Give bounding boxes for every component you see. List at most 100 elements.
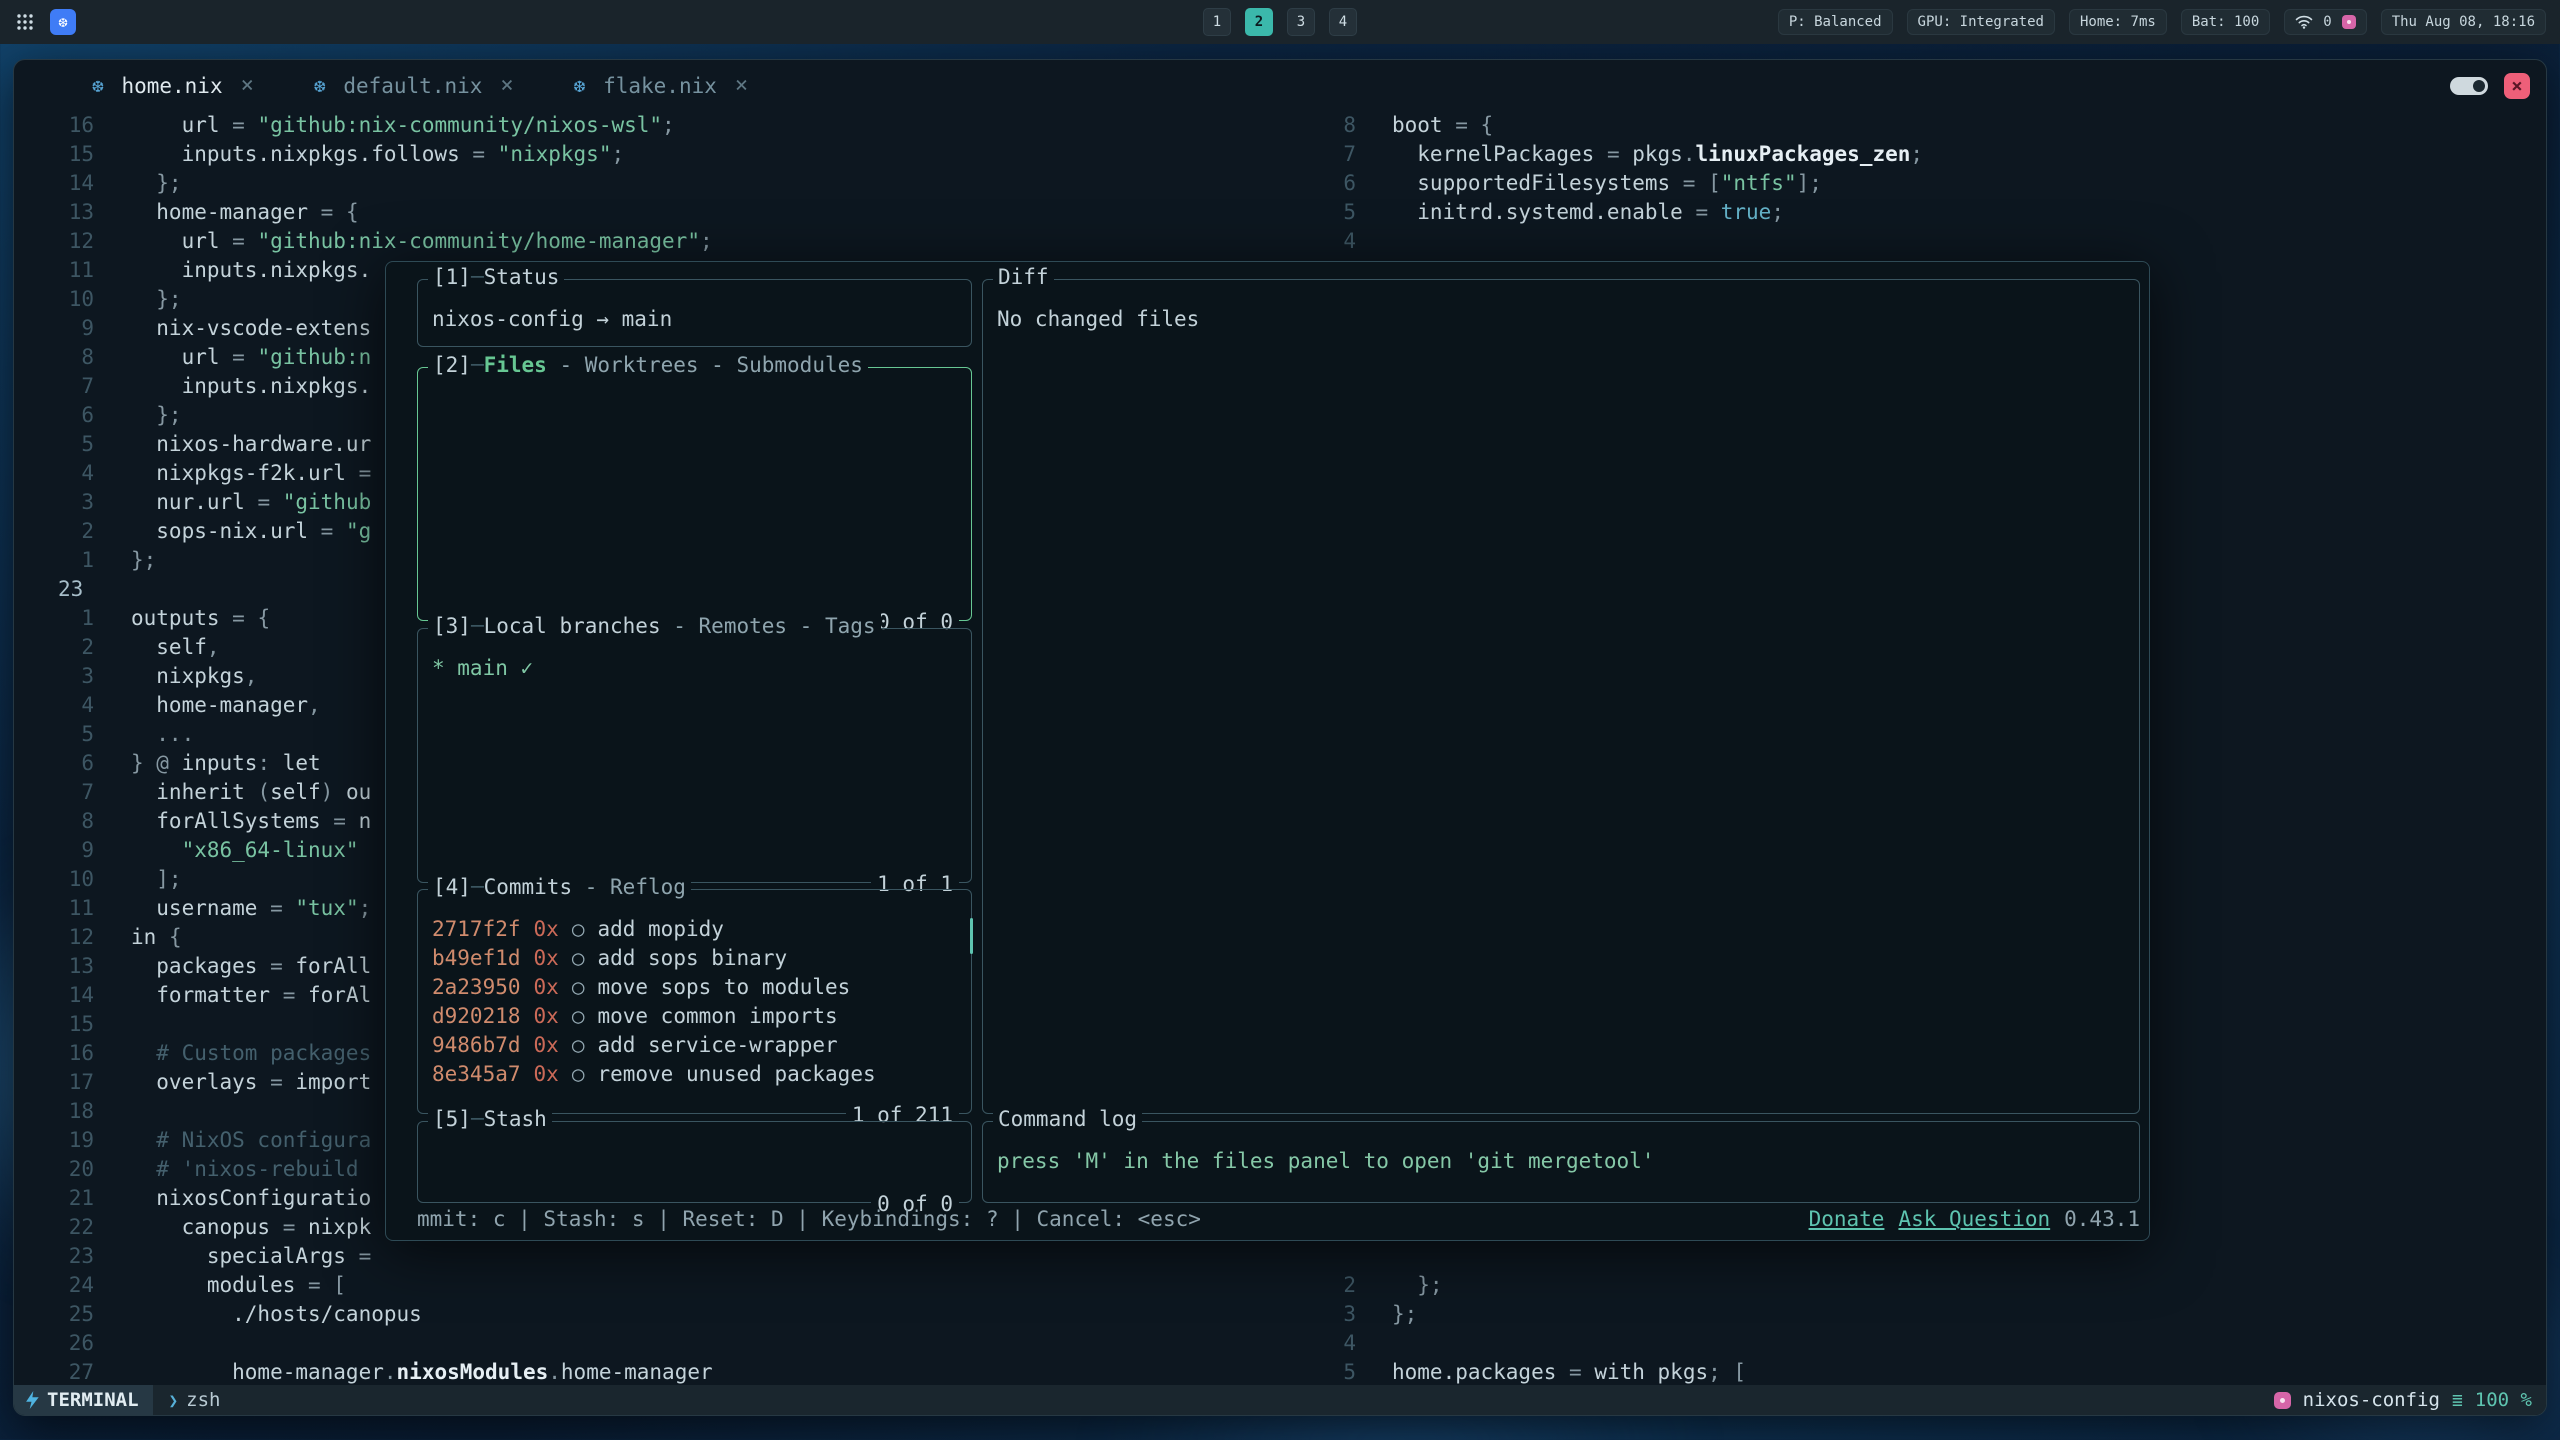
line-number: 5	[1261, 198, 1356, 227]
code-line: 23 specialArgs =	[14, 1242, 1261, 1271]
commit-author-tag: 0x	[534, 1002, 559, 1031]
commits-scrollbar[interactable]	[970, 918, 973, 954]
nix-snowflake-icon: ❆	[574, 75, 585, 97]
line-number: 25	[14, 1300, 94, 1329]
panel-commits[interactable]: [4]─Commits - Reflog 2717f2f0x○add mopid…	[417, 889, 972, 1114]
line-number: 5	[1261, 1358, 1356, 1385]
panel-commits-title: [4]─Commits - Reflog	[428, 875, 691, 899]
diff-message: No changed files	[997, 307, 1199, 331]
window-close-button[interactable]: ×	[2504, 73, 2530, 99]
mode-lightning-icon	[24, 1391, 39, 1409]
tab-flake.nix[interactable]: ❆flake.nix×	[574, 73, 749, 98]
workspace-2[interactable]: 2	[1245, 8, 1273, 36]
commit-author-tag: 0x	[534, 915, 559, 944]
line-number: 16	[14, 111, 94, 140]
line-number: 8	[14, 807, 94, 836]
line-number: 3	[14, 488, 94, 517]
panel-branches[interactable]: [3]─Local branches - Remotes - Tags * ma…	[417, 628, 972, 883]
code-line: 15 inputs.nixpkgs.follows = "nixpkgs";	[14, 140, 1261, 169]
mode-indicator[interactable]: TERMINAL	[14, 1385, 153, 1415]
commit-row[interactable]: 2a239500x○move sops to modules	[432, 973, 957, 1002]
tab-default.nix[interactable]: ❆default.nix×	[314, 73, 514, 98]
workspace-3[interactable]: 3	[1287, 8, 1315, 36]
line-number: 3	[14, 662, 94, 691]
code-text: sops-nix.url = "g	[131, 517, 371, 546]
commit-message: move sops to modules	[597, 973, 850, 1002]
commit-hash: 2717f2f	[432, 915, 521, 944]
status-module: P: Balanced	[1778, 9, 1893, 35]
code-text: home-manager = {	[131, 198, 359, 227]
line-number: 23	[14, 1242, 94, 1271]
commit-message: move common imports	[597, 1002, 837, 1031]
code-text: username = "tux";	[131, 894, 371, 923]
code-text: initrd.systemd.enable = true;	[1392, 198, 1784, 227]
commit-hash: b49ef1d	[432, 944, 521, 973]
panel-files[interactable]: [2]─Files - Worktrees - Submodules 0 of …	[417, 367, 972, 621]
code-line: 5 initrd.systemd.enable = true;	[1261, 198, 2546, 227]
current-branch[interactable]: * main ✓	[432, 656, 533, 680]
commit-author-tag: 0x	[534, 973, 559, 1002]
code-text: supportedFilesystems = ["ntfs"];	[1392, 169, 1822, 198]
line-number: 17	[14, 1068, 94, 1097]
code-text: home-manager.nixosModules.home-manager	[131, 1358, 713, 1385]
tab-label: home.nix	[121, 74, 222, 98]
line-number: 4	[14, 691, 94, 720]
tab-home.nix[interactable]: ❆home.nix×	[92, 73, 254, 98]
panel-diff[interactable]: Diff No changed files	[982, 279, 2140, 1114]
scroll-lines-icon: ≣	[2452, 1390, 2463, 1411]
tab-close-icon[interactable]: ×	[241, 73, 254, 98]
repo-icon	[2274, 1392, 2291, 1409]
commit-graph-node-icon: ○	[572, 1031, 585, 1060]
code-text: ./hosts/canopus	[131, 1300, 422, 1329]
toggle-pill-button[interactable]	[2450, 77, 2488, 95]
line-number: 11	[14, 894, 94, 923]
code-line: 14 };	[14, 169, 1261, 198]
panel-command-log[interactable]: Command log press 'M' in the files panel…	[982, 1121, 2140, 1203]
panel-diff-title: Diff	[993, 265, 1054, 289]
nix-app-badge[interactable]: ❆	[50, 9, 76, 35]
shell-prompt-icon: ❯	[169, 1391, 179, 1410]
clock[interactable]: Thu Aug 08, 18:16	[2381, 9, 2546, 35]
tab-close-icon[interactable]: ×	[735, 73, 748, 98]
commit-row[interactable]: 2717f2f0x○add mopidy	[432, 915, 957, 944]
line-number: 19	[14, 1126, 94, 1155]
tab-close-icon[interactable]: ×	[500, 73, 513, 98]
code-text: self,	[131, 633, 220, 662]
commit-row[interactable]: 8e345a70x○remove unused packages	[432, 1060, 957, 1089]
line-number: 22	[14, 1213, 94, 1242]
code-text: nixosConfiguratio	[131, 1184, 371, 1213]
status-modules: P: BalancedGPU: IntegratedHome: 7msBat: …	[1778, 9, 2270, 35]
workspace-1[interactable]: 1	[1203, 8, 1231, 36]
apps-grid-icon[interactable]	[16, 13, 34, 31]
code-text: url = "github:nix-community/nixos-wsl";	[131, 111, 675, 140]
code-text: formatter = forAl	[131, 981, 371, 1010]
donate-link[interactable]: Donate	[1809, 1207, 1885, 1231]
status-module: GPU: Integrated	[1907, 9, 2055, 35]
code-line: 4	[1261, 1329, 2546, 1358]
code-line: 27 home-manager.nixosModules.home-manage…	[14, 1358, 1261, 1385]
code-text: };	[131, 169, 182, 198]
panel-stash-title: [5]─Stash	[428, 1107, 552, 1131]
shell-tab[interactable]: ❯ zsh	[153, 1389, 237, 1411]
commit-message: add mopidy	[597, 915, 723, 944]
line-number: 1	[14, 604, 94, 633]
commit-author-tag: 0x	[534, 944, 559, 973]
code-text: specialArgs =	[131, 1242, 371, 1271]
panel-status[interactable]: [1]─Status nixos-config → main	[417, 279, 972, 347]
code-text: inputs.nixpkgs.follows = "nixpkgs";	[131, 140, 624, 169]
code-text: } @ inputs: let	[131, 749, 321, 778]
commit-row[interactable]: 9486b7d0x○add service-wrapper	[432, 1031, 957, 1060]
line-number: 9	[14, 836, 94, 865]
repo-branch-status: nixos-config → main	[432, 307, 672, 331]
line-number: 23	[14, 575, 94, 604]
ask-question-link[interactable]: Ask Question	[1898, 1207, 2050, 1231]
code-text: kernelPackages = pkgs.linuxPackages_zen;	[1392, 140, 1923, 169]
line-number: 7	[14, 778, 94, 807]
panel-stash[interactable]: [5]─Stash 0 of 0	[417, 1121, 972, 1203]
line-number: 4	[1261, 1329, 1356, 1358]
system-tray[interactable]: 0	[2284, 9, 2366, 35]
commit-row[interactable]: b49ef1d0x○add sops binary	[432, 944, 957, 973]
commit-row[interactable]: d9202180x○move common imports	[432, 1002, 957, 1031]
workspace-4[interactable]: 4	[1329, 8, 1357, 36]
code-text: home.packages = with pkgs; [	[1392, 1358, 1746, 1385]
